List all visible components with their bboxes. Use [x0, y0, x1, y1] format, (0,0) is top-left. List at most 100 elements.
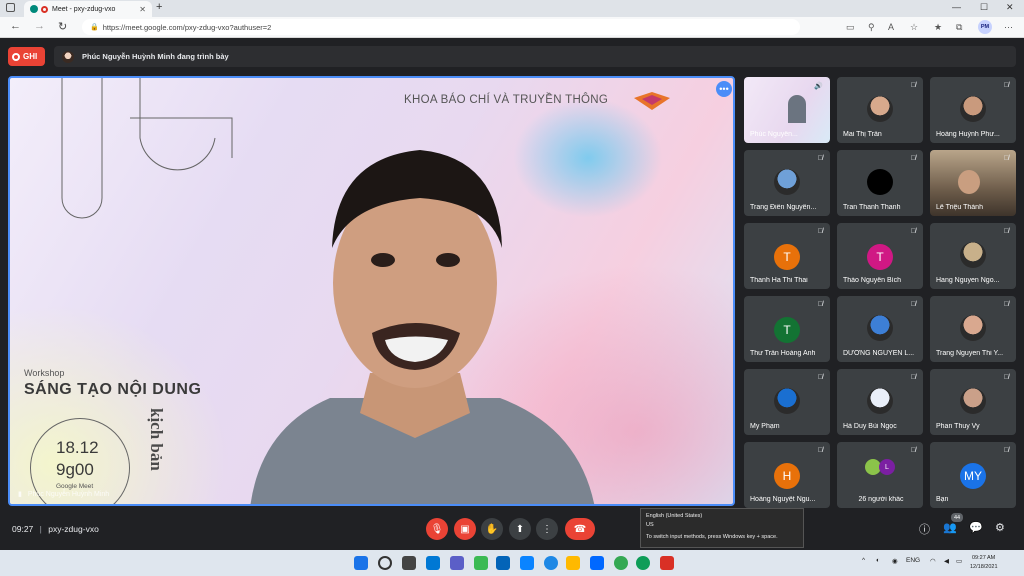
participant-name: Phan Thuy Vy — [936, 423, 980, 430]
camera-off-button[interactable]: ▣ — [454, 518, 476, 540]
participant-photo — [960, 388, 986, 414]
tray-date[interactable]: 12/18/2021 — [970, 564, 998, 570]
profile-avatar[interactable]: PM — [978, 20, 992, 34]
mic-muted-icon: 🎙̸ — [910, 374, 916, 381]
participant-tile[interactable]: 🎙̸ Mai Thị Trần — [837, 77, 923, 143]
presenter-caption-text: Phúc Nguyễn Huỳnh Minh — [27, 490, 110, 498]
widgets-icon[interactable] — [426, 556, 440, 570]
participant-name: Hoàng Nguyệt Ngu... — [750, 496, 816, 503]
zalo-icon[interactable] — [590, 556, 604, 570]
record-dot-icon — [12, 52, 20, 61]
battery-icon[interactable]: ▭ — [956, 557, 962, 565]
raise-hand-button[interactable]: ✋ — [481, 518, 503, 540]
more-options-icon[interactable]: ••• — [716, 81, 732, 97]
settings-menu-icon[interactable]: ⋯ — [1004, 22, 1013, 33]
tab-title: Meet - pxy-zdug-vxo — [52, 5, 116, 13]
chrome-icon[interactable] — [614, 556, 628, 570]
tray-app-icon[interactable]: ◐ — [876, 557, 880, 564]
language-indicator[interactable]: ENG — [906, 557, 920, 564]
file-explorer-icon[interactable] — [566, 556, 580, 570]
task-view-icon[interactable] — [402, 556, 416, 570]
leave-call-button[interactable]: ☎ — [565, 518, 595, 540]
participant-initial-avatar: T — [774, 244, 800, 270]
back-icon[interactable]: ← — [10, 20, 21, 32]
skype-icon[interactable] — [544, 556, 558, 570]
wifi-icon[interactable]: ◠ — [930, 557, 936, 565]
address-bar[interactable]: 🔒 https://meet.google.com/pxy-zdug-vxo?a… — [82, 19, 800, 35]
zoom-icon[interactable]: ⚲ — [868, 22, 875, 33]
teams-icon[interactable] — [450, 556, 464, 570]
participant-photo — [960, 96, 986, 122]
participant-name: Hà Duy Bùi Ngọc — [843, 423, 897, 430]
participant-tile[interactable]: T 🎙̸ Thảo Nguyễn Bích — [837, 223, 923, 289]
people-icon[interactable]: 👥 — [943, 521, 957, 534]
close-window-icon[interactable]: ✕ — [1006, 2, 1014, 13]
tab-meet[interactable]: Meet - pxy-zdug-vxo ✕ — [24, 1, 152, 17]
participant-tile[interactable]: 🎙̸ Tran Thanh Thanh — [837, 150, 923, 216]
participant-tile[interactable]: 🎙̸ DƯƠNG NGUYỄN L... — [837, 296, 923, 362]
start-icon[interactable] — [354, 556, 368, 570]
minimize-icon[interactable]: — — [952, 2, 961, 12]
read-aloud-icon[interactable]: A — [888, 22, 894, 32]
participant-tile[interactable]: T 🎙̸ Thanh Ha Thi Thai — [744, 223, 830, 289]
reload-icon[interactable]: ↻ — [58, 20, 67, 33]
vscode-icon[interactable] — [520, 556, 534, 570]
mic-muted-icon: 🎙̸ — [1003, 155, 1009, 162]
participant-tile[interactable]: MY 🎙̸ Bạn — [930, 442, 1016, 508]
participant-tile[interactable]: 🔊 Phúc Nguyễn... — [744, 77, 830, 143]
search-icon[interactable] — [378, 556, 392, 570]
tray-time[interactable]: 09:27 AM — [972, 555, 995, 561]
new-tab-icon[interactable]: + — [156, 1, 162, 13]
mic-muted-icon: 🎙̸ — [1003, 301, 1009, 308]
participant-tile[interactable]: 🎙̸ Phan Thuy Vy — [930, 369, 1016, 435]
mic-muted-icon: 🎙̸ — [817, 447, 823, 454]
participant-photo — [867, 169, 893, 195]
mic-muted-icon: 🎙̸ — [1003, 82, 1009, 89]
mic-muted-icon: 🎙̸ — [817, 228, 823, 235]
participant-tile[interactable]: 🎙̸ Hà Duy Bùi Ngọc — [837, 369, 923, 435]
camera-permission-icon[interactable]: ▭ — [846, 22, 855, 33]
app-icon[interactable] — [474, 556, 488, 570]
separator: | — [39, 524, 42, 534]
participant-tile[interactable]: H 🎙̸ Hoàng Nguyệt Ngu... — [744, 442, 830, 508]
present-button[interactable]: ⬆ — [509, 518, 531, 540]
mic-off-button[interactable]: 🎙 — [426, 518, 448, 540]
participant-tile[interactable]: T 🎙̸ Thư Trần Hoàng Anh — [744, 296, 830, 362]
tray-chevron-icon[interactable]: ^ — [862, 557, 865, 564]
participant-tile[interactable]: L 🎙̸ 26 người khác — [837, 442, 923, 508]
more-options-button[interactable]: ⋮ — [536, 518, 558, 540]
slide-time: 9g00 — [56, 460, 94, 479]
participant-tile[interactable]: 🎙̸ Hang Nguyen Ngo... — [930, 223, 1016, 289]
volume-icon[interactable]: ◀ — [944, 557, 949, 565]
activities-icon[interactable]: ⚙ — [995, 521, 1005, 534]
meeting-details-icon[interactable]: ⓘ — [919, 521, 930, 537]
chat-icon[interactable]: 💬 — [969, 521, 983, 534]
participant-tile[interactable]: 🎙̸ Trang Điền Nguyễn... — [744, 150, 830, 216]
participant-name: DƯƠNG NGUYỄN L... — [843, 350, 915, 357]
url-text: https://meet.google.com/pxy-zdug-vxo?aut… — [102, 22, 272, 32]
main-presentation[interactable]: KHOA BÁO CHÍ VÀ TRUYỀN THÔNG ••• Worksho… — [8, 76, 735, 506]
mic-muted-icon: 🎙̸ — [910, 301, 916, 308]
mail-icon[interactable] — [496, 556, 510, 570]
tab-close-icon[interactable]: ✕ — [139, 5, 146, 14]
forward-icon[interactable]: → — [34, 20, 45, 32]
participant-name: Mai Thị Trần — [843, 131, 882, 138]
meeting-time: 09:27 — [12, 524, 34, 534]
participant-tile[interactable]: 🎙̸ My Phạm — [744, 369, 830, 435]
browser-tab-bar: Meet - pxy-zdug-vxo ✕ + — ☐ ✕ — [0, 0, 1024, 17]
wps-icon[interactable] — [660, 556, 674, 570]
edge-icon[interactable] — [636, 556, 650, 570]
windows-taskbar — [0, 550, 1024, 576]
participant-tile[interactable]: 🎙̸ Lê Triệu Thành — [930, 150, 1016, 216]
presenter-video — [250, 150, 595, 504]
others-avatar-2: L — [879, 459, 895, 475]
tooltip-lang: English (United States) — [646, 513, 703, 519]
maximize-icon[interactable]: ☐ — [980, 2, 988, 13]
collections-icon[interactable]: ★ — [934, 22, 942, 33]
workspace-icon[interactable] — [6, 3, 15, 12]
favorite-icon[interactable]: ☆ — [910, 22, 918, 33]
participant-tile[interactable]: 🎙̸ Hoàng Huỳnh Phư... — [930, 77, 1016, 143]
tray-app2-icon[interactable]: ◉ — [892, 557, 898, 565]
extensions-icon[interactable]: ⧉ — [956, 22, 962, 33]
participant-tile[interactable]: 🎙̸ Trang Nguyen Thi Y... — [930, 296, 1016, 362]
